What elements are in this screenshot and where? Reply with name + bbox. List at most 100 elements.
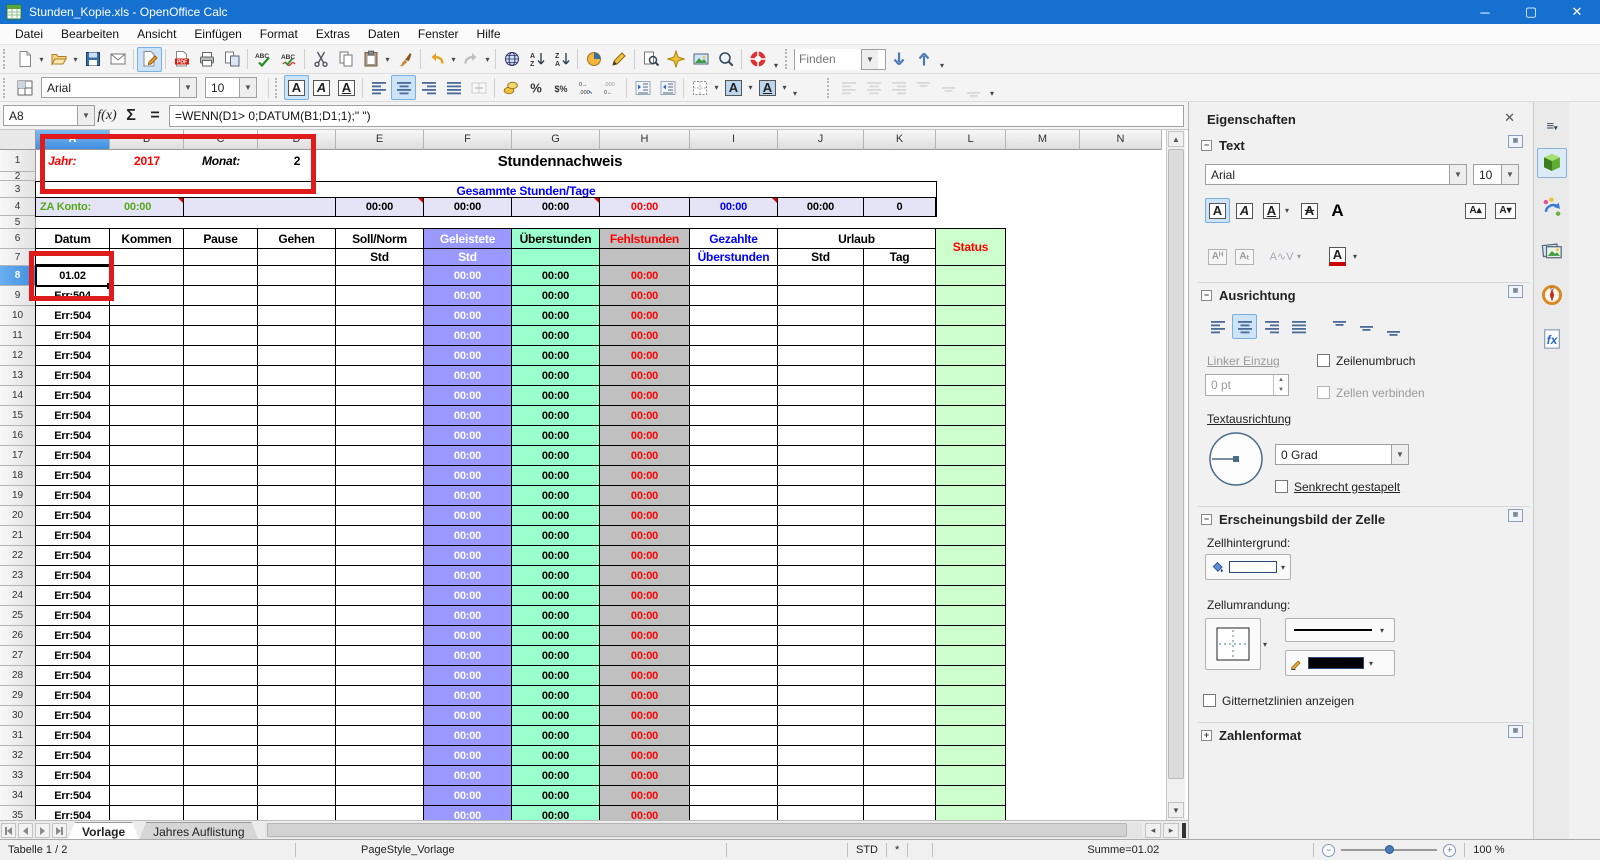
cell-j26[interactable] [778, 626, 864, 646]
zoom-out-icon[interactable]: − [1322, 843, 1336, 857]
row-header-30[interactable]: 30 [0, 706, 36, 726]
cell-c24[interactable] [184, 586, 258, 606]
previous-sheet-icon[interactable] [18, 823, 33, 838]
cell-i17[interactable] [690, 446, 778, 466]
font-size-combo[interactable]: 10 ▼ [205, 77, 257, 98]
cell-j4[interactable]: 00:00 [777, 197, 864, 217]
cell-d35[interactable] [258, 806, 336, 820]
cell-h19[interactable]: 00:00 [600, 486, 690, 506]
cell-i34[interactable] [690, 786, 778, 806]
cell-a34[interactable]: Err:504 [36, 786, 110, 806]
cell-a17[interactable]: Err:504 [36, 446, 110, 466]
cell-g26[interactable]: 00:00 [512, 626, 600, 646]
cell-j28[interactable] [778, 666, 864, 686]
cell-b25[interactable] [110, 606, 184, 626]
cell-j19[interactable] [778, 486, 864, 506]
cell-k22[interactable] [864, 546, 936, 566]
cell-d27[interactable] [258, 646, 336, 666]
cell-j16[interactable] [778, 426, 864, 446]
cell-c21[interactable] [184, 526, 258, 546]
cell-f22[interactable]: 00:00 [424, 546, 512, 566]
find-down-button[interactable] [886, 47, 911, 72]
cell-g16[interactable]: 00:00 [512, 426, 600, 446]
cell-i8[interactable] [690, 266, 778, 286]
percent-button[interactable]: % [523, 75, 548, 100]
cell-k28[interactable] [864, 666, 936, 686]
row-header-22[interactable]: 22 [0, 546, 36, 566]
row-header-17[interactable]: 17 [0, 446, 36, 466]
cell-c12[interactable] [184, 346, 258, 366]
cell-d15[interactable] [258, 406, 336, 426]
row-header-15[interactable]: 15 [0, 406, 36, 426]
cell-j34[interactable] [778, 786, 864, 806]
paste-button[interactable] [358, 47, 383, 72]
cell-b28[interactable] [110, 666, 184, 686]
cell-f30[interactable]: 00:00 [424, 706, 512, 726]
cell-g11[interactable]: 00:00 [512, 326, 600, 346]
currency-button[interactable] [498, 75, 523, 100]
cell-c33[interactable] [184, 766, 258, 786]
cell-l4[interactable] [935, 197, 937, 217]
cell-k18[interactable] [864, 466, 936, 486]
row-header-3[interactable]: 3 [0, 181, 36, 198]
cell-a33[interactable]: Err:504 [36, 766, 110, 786]
cell-h30[interactable]: 00:00 [600, 706, 690, 726]
cell-g14[interactable]: 00:00 [512, 386, 600, 406]
format-toolbar-overflow-icon[interactable]: ▾ [789, 75, 801, 100]
cell-l16[interactable] [936, 426, 1006, 446]
cell-h22[interactable]: 00:00 [600, 546, 690, 566]
cell-i14[interactable] [690, 386, 778, 406]
cell-j11[interactable] [778, 326, 864, 346]
find-dropdown-icon[interactable]: ▼ [861, 49, 878, 69]
cell-h34[interactable]: 00:00 [600, 786, 690, 806]
header-pause[interactable]: Pause [183, 228, 258, 249]
cell-k19[interactable] [864, 486, 936, 506]
find-replace-button[interactable] [638, 47, 663, 72]
cell-e28[interactable] [336, 666, 424, 686]
cell-i22[interactable] [690, 546, 778, 566]
last-sheet-icon[interactable] [52, 823, 67, 838]
cell-d25[interactable] [258, 606, 336, 626]
cell-b29[interactable] [110, 686, 184, 706]
cell-h28[interactable]: 00:00 [600, 666, 690, 686]
cut-button[interactable] [308, 47, 333, 72]
cell-d32[interactable] [258, 746, 336, 766]
name-box[interactable]: A8 ▼ [3, 105, 95, 126]
cell-h12[interactable]: 00:00 [600, 346, 690, 366]
cell-j17[interactable] [778, 446, 864, 466]
row-header-27[interactable]: 27 [0, 646, 36, 666]
spacing-dropdown-icon[interactable]: ▾ [1297, 252, 1301, 261]
menu-item-fenster[interactable]: Fenster [409, 25, 468, 43]
cell-l14[interactable] [936, 386, 1006, 406]
zoom-button[interactable] [713, 47, 738, 72]
cell-l25[interactable] [936, 606, 1006, 626]
cell-j20[interactable] [778, 506, 864, 526]
row-header-14[interactable]: 14 [0, 386, 36, 406]
cell-b21[interactable] [110, 526, 184, 546]
delete-decimal-button[interactable]: .000 0← [598, 75, 623, 100]
cell-l19[interactable] [936, 486, 1006, 506]
section-number-format[interactable]: + Zahlenformat [1201, 728, 1301, 743]
cell-a29[interactable]: Err:504 [36, 686, 110, 706]
cell-f28[interactable]: 00:00 [424, 666, 512, 686]
cell-a12[interactable]: Err:504 [36, 346, 110, 366]
cell-f12[interactable]: 00:00 [424, 346, 512, 366]
cell-d14[interactable] [258, 386, 336, 406]
background-dropdown-icon[interactable]: ▾ [1281, 563, 1285, 572]
cell-b30[interactable] [110, 706, 184, 726]
row-header-29[interactable]: 29 [0, 686, 36, 706]
save-button[interactable] [80, 47, 105, 72]
cell-b11[interactable] [110, 326, 184, 346]
cell-f18[interactable]: 00:00 [424, 466, 512, 486]
number-format-button[interactable]: $% [548, 75, 573, 100]
sidebar-valign-middle-icon[interactable] [1354, 314, 1379, 339]
menu-item-datei[interactable]: Datei [6, 25, 52, 43]
cell-a4-b4[interactable]: ZA Konto: 00:00 [35, 197, 184, 217]
cell-d24[interactable] [258, 586, 336, 606]
cell-k27[interactable] [864, 646, 936, 666]
cell-i32[interactable] [690, 746, 778, 766]
cell-a27[interactable]: Err:504 [36, 646, 110, 666]
cell-b14[interactable] [110, 386, 184, 406]
minimize-button[interactable]: ─ [1462, 0, 1508, 24]
cell-h20[interactable]: 00:00 [600, 506, 690, 526]
